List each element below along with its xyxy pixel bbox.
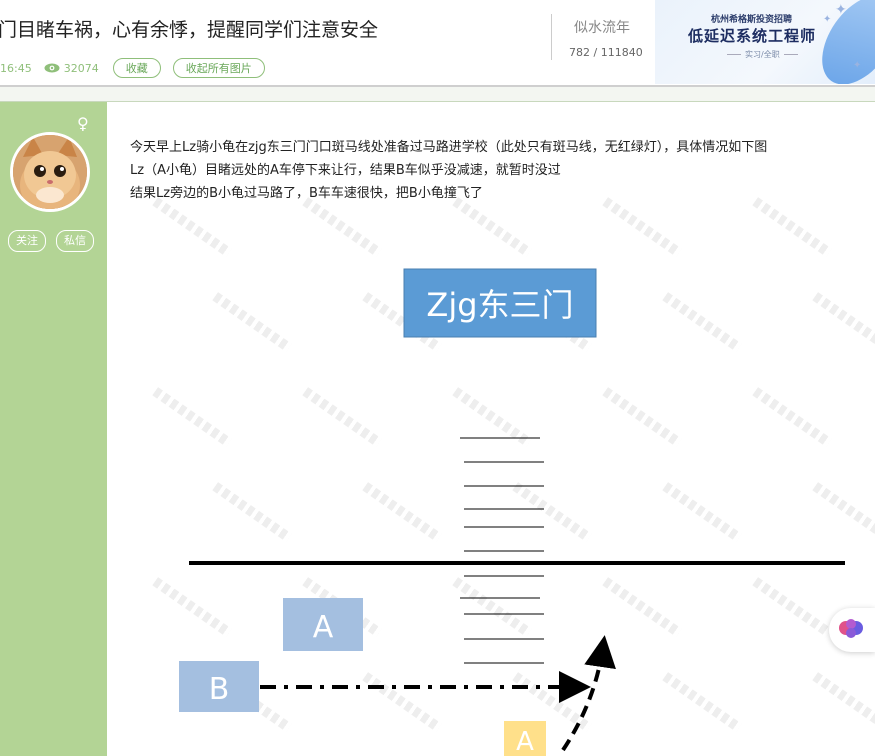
- author-sidebar: ♀ 关注 私信: [0, 102, 107, 756]
- ad-banner[interactable]: ✦ ✦ ✦ 杭州希格斯投资招聘 低延迟系统工程师 实习/全职: [655, 0, 875, 84]
- thread-meta: 16:45 32074 收藏 收起所有图片: [0, 58, 277, 78]
- post-top-bar: [0, 87, 875, 102]
- view-count: 32074: [44, 62, 99, 75]
- car-a-label: A: [313, 610, 334, 645]
- thread-header: 门目睹车祸，心有余悸，提醒同学们注意安全 16:45 32074 收藏 收起所有…: [0, 0, 875, 86]
- message-button[interactable]: 私信: [56, 230, 94, 252]
- sparkle-icon: ✦: [823, 14, 832, 25]
- car-b-label: B: [209, 672, 230, 707]
- post-content: 今天早上Lz骑小龟在zjg东三门门口斑马线处准备过马路进学校（此处只有斑马线，无…: [107, 102, 875, 756]
- ad-job-title: 低延迟系统工程师: [688, 27, 817, 45]
- avatar[interactable]: [10, 132, 90, 212]
- thread-title: 门目睹车祸，心有余悸，提醒同学们注意安全: [0, 19, 379, 41]
- eye-icon: [44, 63, 60, 73]
- gate-label: Zjg东三门: [426, 286, 573, 324]
- cat-avatar-image: [13, 135, 87, 209]
- author-name[interactable]: 似水流年: [574, 17, 630, 37]
- ad-company: 杭州希格斯投资招聘: [711, 15, 793, 25]
- follow-button[interactable]: 关注: [8, 230, 46, 252]
- header-divider: [551, 14, 552, 60]
- collapse-images-button[interactable]: 收起所有图片: [172, 58, 265, 78]
- zebra-crossing: [460, 437, 544, 664]
- post-time: 16:45: [0, 61, 32, 75]
- sparkle-icon: ✦: [853, 60, 862, 71]
- ad-subtitle: 实习/全职: [723, 49, 802, 60]
- scooter-b-path-arrow: [561, 635, 616, 752]
- scooter-a-label: A: [516, 727, 534, 756]
- reply-stats: 782 / 111840: [569, 46, 643, 59]
- accident-diagram: Zjg东三门 A B A: [179, 268, 845, 756]
- brain-icon: [839, 619, 863, 638]
- view-count-value: 32074: [63, 61, 99, 75]
- sparkle-icon: ✦: [835, 2, 847, 18]
- assistant-button[interactable]: [829, 608, 875, 652]
- favorite-button[interactable]: 收藏: [112, 58, 161, 78]
- female-icon: ♀: [77, 114, 89, 133]
